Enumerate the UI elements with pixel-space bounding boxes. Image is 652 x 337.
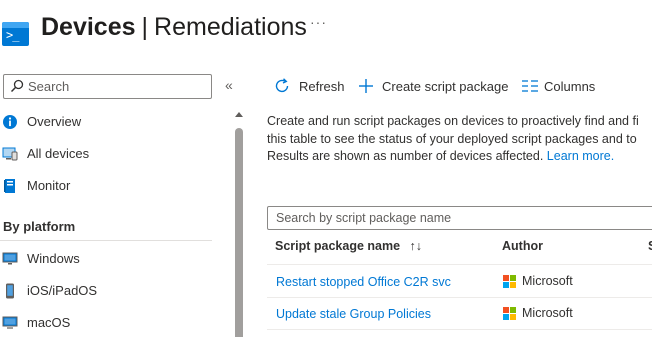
microsoft-logo-icon	[503, 275, 516, 288]
sidebar-item-windows[interactable]: Windows	[0, 244, 230, 274]
script-package-search-input[interactable]: Search by script package name	[267, 206, 652, 230]
columns-button[interactable]: Columns	[521, 76, 601, 98]
plus-icon	[359, 79, 373, 93]
sidebar-item-label: macOS	[27, 315, 71, 330]
column-header-label: Script package name	[275, 239, 401, 253]
search-icon	[10, 79, 24, 93]
page-title-main: Devices	[41, 13, 136, 41]
page-title-sub: Remediations	[154, 13, 307, 41]
section-divider	[0, 240, 212, 241]
page-title: Devices | Remediations	[41, 10, 307, 44]
scroll-up-arrow-icon[interactable]	[235, 112, 243, 117]
windows-monitor-icon	[2, 252, 18, 265]
column-header-author[interactable]: Author	[502, 239, 543, 253]
sidebar-item-label: Overview	[27, 114, 82, 129]
description-line: Create and run script packages on device…	[267, 114, 639, 128]
sidebar-item-monitor[interactable]: Monitor	[0, 171, 230, 201]
row-divider	[267, 297, 652, 298]
author-cell: Microsoft	[522, 274, 573, 288]
sidebar-item-label: Windows	[27, 251, 80, 266]
column-header-status[interactable]: S	[648, 239, 652, 253]
page-description: Create and run script packages on device…	[267, 113, 652, 166]
learn-more-link[interactable]: Learn more.	[547, 149, 614, 163]
mac-monitor-icon	[2, 316, 18, 329]
section-title-by-platform: By platform	[3, 219, 76, 234]
refresh-button[interactable]: Refresh	[273, 76, 353, 98]
more-options-button[interactable]: ···	[310, 14, 327, 30]
sidebar-item-ios-ipados[interactable]: iOS/iPadOS	[0, 276, 230, 306]
sidebar-item-all-devices[interactable]: All devices	[0, 139, 230, 169]
script-package-link[interactable]: Update stale Group Policies	[276, 307, 431, 321]
terminal-app-icon: >_	[2, 22, 29, 46]
sidebar-item-label: All devices	[27, 146, 90, 161]
create-script-package-label: Create script package	[382, 79, 509, 94]
refresh-label: Refresh	[299, 79, 345, 94]
script-package-link[interactable]: Restart stopped Office C2R svc	[276, 275, 451, 289]
sidebar-item-macos[interactable]: macOS	[0, 308, 230, 337]
columns-icon	[522, 80, 538, 92]
scrollbar-thumb[interactable]	[235, 128, 243, 337]
sidebar-item-overview[interactable]: Overview	[0, 107, 230, 137]
description-line-with-link: Results are shown as number of devices a…	[267, 148, 652, 166]
collapse-sidebar-button[interactable]: «	[225, 77, 233, 93]
column-header-script-package-name[interactable]: Script package name ↑↓	[275, 239, 422, 253]
description-text: Results are shown as number of devices a…	[267, 149, 544, 163]
row-divider	[267, 264, 652, 265]
row-divider	[267, 329, 652, 330]
sidebar-search-input[interactable]: Search	[3, 74, 212, 99]
create-script-package-button[interactable]: Create script package	[357, 76, 517, 98]
author-cell: Microsoft	[522, 306, 573, 320]
description-line: this table to see the status of your dep…	[267, 131, 637, 146]
devices-icon	[2, 147, 18, 161]
sidebar-search-placeholder: Search	[28, 79, 70, 94]
page-title-separator: |	[141, 13, 149, 41]
monitor-book-icon	[4, 179, 15, 193]
table-search-placeholder: Search by script package name	[276, 211, 452, 225]
sort-arrows-icon[interactable]: ↑↓	[410, 239, 423, 253]
refresh-icon	[275, 78, 289, 93]
columns-label: Columns	[544, 79, 596, 94]
info-icon	[3, 115, 17, 129]
page-header: >_ Devices | Remediations ···	[0, 0, 652, 62]
sidebar: Search « Overview All devices Monitor By…	[0, 62, 250, 337]
microsoft-logo-icon	[503, 307, 516, 320]
sidebar-item-label: iOS/iPadOS	[27, 283, 98, 298]
sidebar-item-label: Monitor	[27, 178, 71, 193]
phone-icon	[6, 283, 14, 299]
